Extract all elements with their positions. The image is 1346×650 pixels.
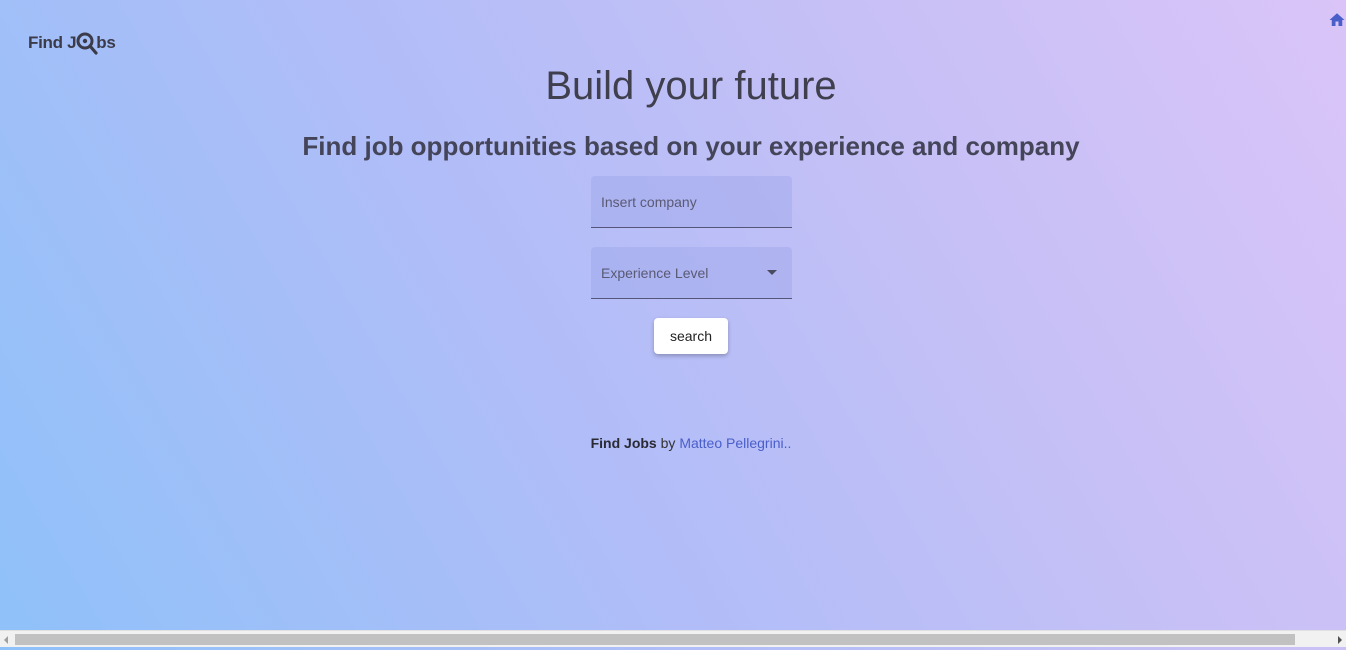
company-input[interactable] — [591, 176, 792, 227]
scroll-right-arrow-icon[interactable] — [1338, 636, 1342, 644]
logo-text-part1: Find J — [28, 33, 77, 52]
footer-by: by — [656, 435, 680, 451]
dropdown-arrow-icon — [767, 270, 777, 275]
company-field[interactable] — [591, 176, 792, 228]
page-title: Build your future — [545, 64, 837, 108]
search-button[interactable]: search — [654, 318, 728, 354]
page-subtitle: Find job opportunities based on your exp… — [302, 131, 1080, 161]
experience-level-label: Experience Level — [601, 264, 709, 281]
logo-text-part2: bs — [96, 33, 116, 52]
experience-level-select[interactable]: Experience Level — [591, 247, 792, 299]
find-jobs-logo[interactable]: Find J bs — [28, 28, 116, 58]
home-icon[interactable] — [1328, 11, 1346, 29]
scrollbar-thumb[interactable] — [15, 634, 1295, 645]
horizontal-scrollbar[interactable] — [0, 630, 1346, 647]
author-link[interactable]: Matteo Pellegrini.. — [679, 435, 791, 451]
footer: Find Jobs by Matteo Pellegrini.. — [0, 435, 1346, 451]
footer-brand: Find Jobs — [590, 435, 657, 451]
scroll-left-arrow-icon[interactable] — [4, 636, 8, 644]
magnifier-icon — [74, 28, 98, 58]
